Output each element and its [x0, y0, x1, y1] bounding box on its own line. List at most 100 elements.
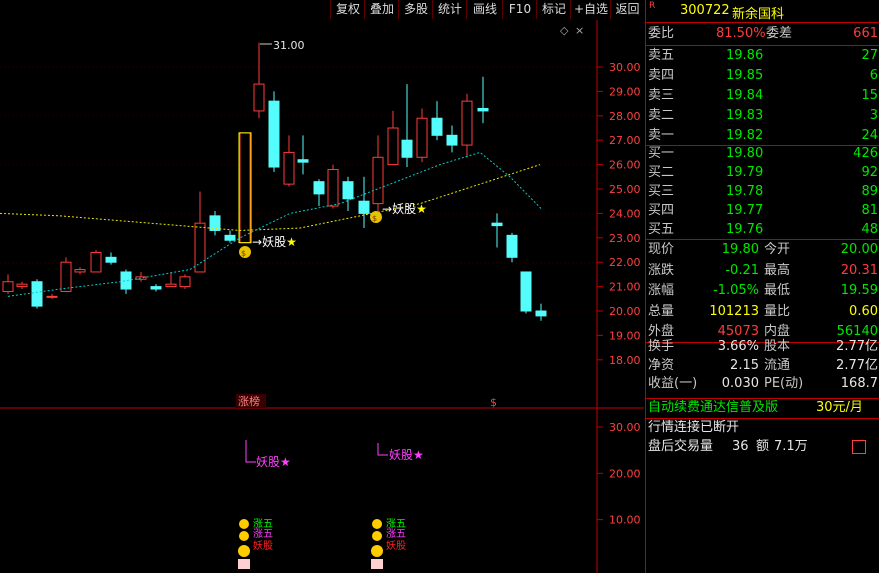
promo-text[interactable]: 自动续费通达信普及版 [648, 398, 778, 418]
candle-body[interactable] [2, 281, 14, 292]
fuquan-button[interactable]: 复权 [330, 0, 365, 19]
candle-body[interactable] [90, 251, 102, 273]
order-price: 19.80 [726, 146, 764, 161]
stat-value: -0.21 [725, 262, 759, 278]
price-tick: 28.00 [609, 110, 641, 123]
candle-body[interactable] [327, 168, 339, 207]
ma-fast-line [7, 151, 542, 297]
stock-code: 300722 [680, 3, 730, 18]
stat-value: -1.05% [713, 283, 759, 298]
add-watchlist-button[interactable]: +自选 [570, 0, 611, 19]
draw-line-button[interactable]: 画线 [466, 0, 503, 19]
candle-body[interactable] [239, 132, 251, 244]
candle-body[interactable] [16, 283, 28, 288]
price-tick: 29.00 [609, 85, 641, 98]
candle-body[interactable] [268, 100, 280, 168]
emoji-stack-2: 涨五涨五妖股 [371, 518, 406, 569]
money-bag-glyph: $ [372, 214, 377, 223]
back-button[interactable]: 返回 [610, 0, 644, 19]
diamond-icon[interactable]: ◇ [560, 24, 569, 37]
promo-row[interactable]: 自动续费通达信普及版 30元/月 [646, 398, 879, 419]
candle-body[interactable] [491, 222, 503, 227]
candle-body[interactable] [297, 159, 309, 163]
candle-body[interactable] [165, 283, 177, 288]
candle-body[interactable] [401, 139, 413, 158]
candle-body[interactable] [283, 151, 295, 185]
candle-body[interactable] [46, 295, 58, 298]
order-volume: 15 [861, 88, 878, 103]
candle-body[interactable] [31, 281, 43, 307]
candle-body[interactable] [358, 200, 370, 214]
candle-body[interactable] [446, 134, 458, 146]
close-icon[interactable]: × [575, 24, 584, 37]
indicator-tick: 10.00 [609, 514, 641, 527]
stat-label: 涨幅 [648, 283, 675, 298]
candle-body[interactable] [520, 271, 532, 312]
candle-body[interactable] [342, 181, 354, 200]
smiley-icon [239, 531, 249, 541]
stat-row: 涨跌 -0.21 最高 20.31 [646, 261, 879, 282]
smiley-icon [239, 519, 249, 529]
order-volume: 48 [861, 222, 878, 237]
statistics-button[interactable]: 统计 [432, 0, 467, 19]
candle-body[interactable] [506, 234, 518, 258]
stat-value: 101213 [709, 303, 759, 319]
order-label: 卖五 [648, 48, 675, 63]
stat-value: 19.80 [721, 242, 759, 257]
kline-chart[interactable]: 30.00 29.00 28.00 27.00 26.00 25.00 24.00 23.00… [0, 20, 644, 573]
candle-body[interactable] [313, 181, 325, 195]
candle-body[interactable] [224, 234, 236, 241]
weibi-value: 81.50% [716, 26, 766, 41]
promo-price[interactable]: 30元/月 [816, 398, 863, 418]
candle-body[interactable] [194, 222, 206, 273]
stat-value: 0.60 [849, 303, 878, 319]
ma-slow-line [0, 164, 541, 231]
candle-body[interactable] [387, 127, 399, 166]
after-hours-label: 盘后交易量 [648, 439, 714, 454]
fin-label: 收益(一) [648, 376, 698, 391]
stack-label: 妖股 [386, 539, 406, 552]
order-price: 19.76 [726, 222, 764, 237]
order-price: 19.79 [726, 165, 764, 180]
overlay-button[interactable]: 叠加 [364, 0, 399, 19]
quote-header: R 300722 新余国科 [646, 0, 879, 22]
order-label: 买五 [648, 222, 675, 237]
candle-body[interactable] [150, 286, 162, 290]
candle-body[interactable] [60, 261, 72, 292]
smiley-icon [372, 519, 382, 529]
indicator-axis-ticks: 30.00 20.00 10.00 [597, 421, 641, 527]
order-volume: 27 [861, 48, 878, 63]
price-tick: 30.00 [609, 61, 641, 74]
candle-body[interactable] [179, 276, 191, 288]
peak-label: 31.00 [273, 39, 305, 52]
after-hours-vol: 36 [732, 439, 749, 454]
mark-button[interactable]: 标记 [536, 0, 571, 19]
f10-button[interactable]: F10 [502, 0, 537, 19]
buy-row: 买五 19.76 48 [646, 220, 879, 241]
candle-body[interactable] [120, 271, 132, 290]
price-tick: 27.00 [609, 134, 641, 147]
badge: R [649, 1, 656, 11]
weicha-value: 661 [853, 26, 878, 41]
candle-body[interactable] [461, 100, 473, 146]
fin-value: 2.77亿 [836, 339, 878, 354]
stat-label: 最低 [764, 283, 791, 298]
weibi-label: 委比 [648, 26, 675, 41]
candle-body[interactable] [535, 310, 547, 317]
candle-body[interactable] [105, 256, 117, 263]
candle-body[interactable] [253, 83, 265, 112]
multi-stock-button[interactable]: 多股 [398, 0, 433, 19]
candle-body[interactable] [372, 156, 384, 205]
indicator-label: 妖股★ [256, 455, 291, 469]
order-label: 买一 [648, 146, 675, 161]
emoji-stack-1: 涨五涨五妖股 [238, 518, 273, 569]
candle-body[interactable] [74, 269, 86, 273]
candle-body[interactable] [431, 117, 443, 136]
candle-body[interactable] [416, 117, 428, 158]
candle-body[interactable] [477, 107, 489, 112]
order-price: 19.83 [726, 108, 764, 123]
candlesticks[interactable] [2, 42, 547, 321]
bar-chart-icon[interactable] [852, 440, 866, 454]
sell-row: 卖五 19.86 27 [646, 46, 879, 67]
smiley-icon [372, 531, 382, 541]
